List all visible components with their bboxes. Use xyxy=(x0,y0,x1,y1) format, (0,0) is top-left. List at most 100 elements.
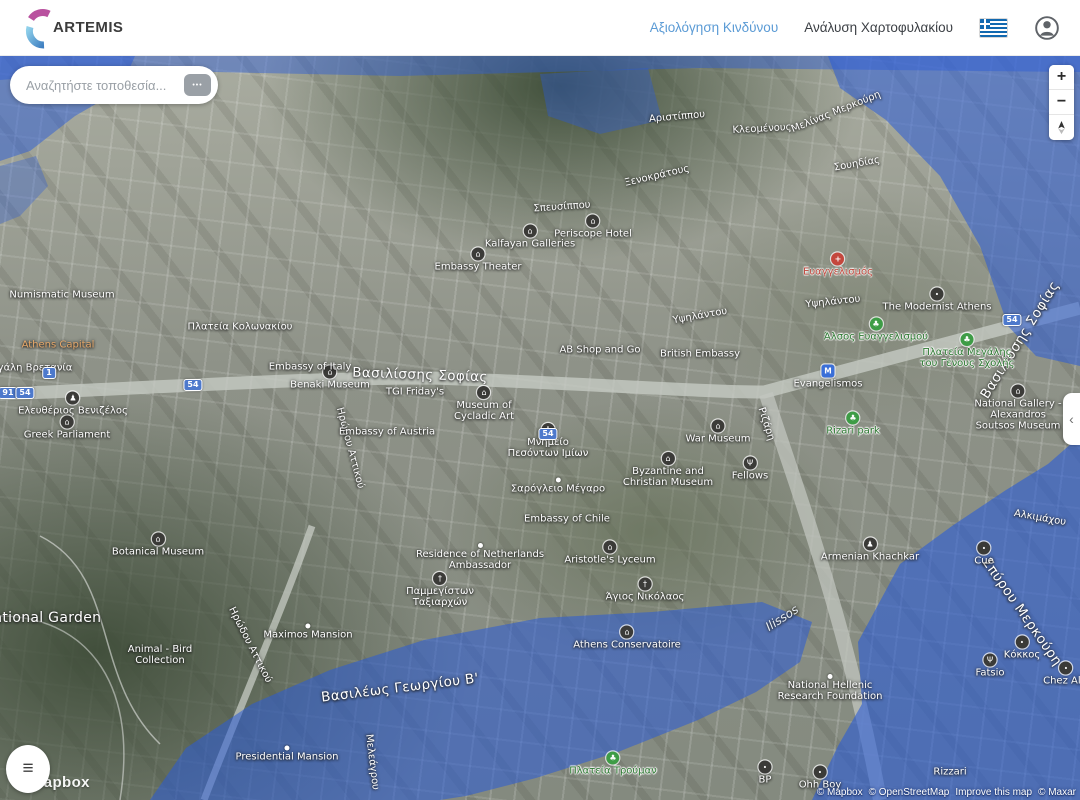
search-input[interactable] xyxy=(24,77,178,94)
map-label[interactable]: National HellenicResearch Foundation xyxy=(778,674,883,702)
map-label-text: National Gallery - xyxy=(974,399,1061,410)
map-label[interactable]: ⌂Kalfayan Galleries xyxy=(485,225,575,250)
dot-black-marker-icon[interactable]: • xyxy=(814,766,827,779)
map-label-text: Ηρώδου Αττικού xyxy=(334,406,366,490)
map-label[interactable]: +Ευαγγελισμός xyxy=(803,253,873,278)
map-label-text: Cue xyxy=(974,556,993,567)
map-label[interactable]: ♟Armenian Khachkar xyxy=(821,538,919,563)
map-label[interactable]: •BP xyxy=(759,761,772,786)
compass-button[interactable] xyxy=(1049,115,1074,140)
map-label[interactable]: ⌂Greek Parliament xyxy=(24,416,111,441)
zoom-out-button[interactable]: − xyxy=(1049,90,1074,115)
map-label[interactable]: Presidential Mansion xyxy=(235,746,338,763)
map-label-text: Collection xyxy=(135,655,184,666)
dot-black-marker-icon[interactable]: • xyxy=(1015,636,1028,649)
park-marker-icon[interactable]: ♣ xyxy=(961,333,974,346)
map-label[interactable]: Residence of NetherlandsAmbassador xyxy=(416,543,544,571)
dot-black-marker-icon[interactable]: • xyxy=(930,288,943,301)
map-label-text: Soutsos Museum xyxy=(976,421,1061,432)
dot-marker-icon[interactable] xyxy=(556,478,561,483)
map-label: Ηρώδου Αττικού xyxy=(226,605,274,684)
map-label[interactable]: ⌂National Gallery -AlexandrosSoutsos Mus… xyxy=(974,385,1061,432)
map-label-text: Παμμεγίστων xyxy=(406,586,474,597)
map-label-text: Athens Conservatoire xyxy=(573,640,681,651)
museum-marker-icon[interactable]: ⌂ xyxy=(604,541,617,554)
map-label[interactable]: ⌂Museum ofCycladic Art xyxy=(454,386,514,422)
map-label[interactable]: ⌂Embassy Theater xyxy=(435,248,522,273)
location-search-bar: ••• xyxy=(10,66,218,104)
map-label: AB Shop and Go xyxy=(559,345,640,356)
map-label[interactable]: ⌂Botanical Museum xyxy=(112,533,204,558)
map-label[interactable]: ⌂Athens Conservatoire xyxy=(573,626,681,651)
statue-marker-icon[interactable]: ♟ xyxy=(864,538,877,551)
map-label[interactable]: Σαρόγλειο Μέγαρο xyxy=(511,478,605,495)
map-label[interactable]: †ΠαμμεγίστωνΤαξιαρχών xyxy=(406,572,474,608)
map-label-text: Residence of Netherlands xyxy=(416,549,544,560)
map-label[interactable]: ΨFatsio xyxy=(976,654,1005,679)
park-marker-icon[interactable]: ♣ xyxy=(869,318,882,331)
map-label[interactable]: ♣Rizari park xyxy=(826,412,880,437)
dot-black-marker-icon[interactable]: • xyxy=(759,761,772,774)
map-label[interactable]: ⌂Byzantine andChristian Museum xyxy=(623,452,713,488)
museum-marker-icon[interactable]: ⌂ xyxy=(661,452,674,465)
park-marker-icon[interactable]: ♣ xyxy=(606,752,619,765)
map-label[interactable]: ΨFellows xyxy=(732,457,768,482)
museum-marker-icon[interactable]: ⌂ xyxy=(621,626,634,639)
attrib-maxar: © Maxar xyxy=(1038,787,1076,798)
side-panel-toggle[interactable]: ‹ xyxy=(1063,393,1080,445)
map-label: Μεγάλη Βρετανία xyxy=(0,363,72,374)
map-label-text: Embassy of Chile xyxy=(524,514,610,525)
map-label[interactable]: •Κόκκος xyxy=(1004,636,1040,661)
park-marker-icon[interactable]: ♣ xyxy=(847,412,860,425)
map-label[interactable]: •Chez Alic xyxy=(1043,662,1080,687)
map-label-text: Αριστίππου xyxy=(648,109,705,125)
museum-marker-icon[interactable]: ⌂ xyxy=(60,416,73,429)
statue-marker-icon[interactable]: ♟ xyxy=(67,392,80,405)
map-label[interactable]: Maximos Mansion xyxy=(263,624,352,641)
account-icon[interactable] xyxy=(1034,15,1060,41)
nav-portfolio-analysis[interactable]: Ανάλυση Χαρτοφυλακίου xyxy=(804,20,953,35)
map-label[interactable]: •The Modernist Athens xyxy=(882,288,991,313)
metro-marker-icon[interactable]: M xyxy=(821,365,834,378)
greek-flag-icon[interactable] xyxy=(979,18,1008,38)
map-label: Υψηλάντου xyxy=(805,294,861,311)
map-label-text: British Embassy xyxy=(660,349,740,360)
church-marker-icon[interactable]: † xyxy=(638,578,651,591)
nav-risk-assessment[interactable]: Αξιολόγηση Κινδύνου xyxy=(650,20,779,35)
map-label[interactable]: MEvangelismos xyxy=(793,365,862,390)
museum-marker-icon[interactable]: ⌂ xyxy=(477,386,490,399)
dot-marker-icon[interactable] xyxy=(828,674,833,679)
museum-marker-icon[interactable]: ⌂ xyxy=(1011,385,1024,398)
restaurant-marker-icon[interactable]: Ψ xyxy=(984,654,997,667)
museum-marker-icon[interactable]: ⌂ xyxy=(151,533,164,546)
map-canvas[interactable]: Βασιλίσσης ΣοφίαςΒασιλίσσης ΣοφίαςΒασιλέ… xyxy=(0,56,1080,800)
map-label[interactable]: ⌂Aristotle's Lyceum xyxy=(564,541,655,566)
museum-marker-icon[interactable]: ⌂ xyxy=(524,225,537,238)
dot-marker-icon[interactable] xyxy=(284,746,289,751)
map-label[interactable]: †Άγιος Νικόλαος xyxy=(606,578,685,603)
dot-black-marker-icon[interactable]: • xyxy=(977,542,990,555)
hotel-marker-icon[interactable]: ⌂ xyxy=(587,215,600,228)
zoom-in-button[interactable]: + xyxy=(1049,65,1074,90)
map-label[interactable]: ♟Ελευθέριος Βενιζέλος xyxy=(18,392,128,417)
map-label[interactable]: ♣Πλατεία Μεγάληςτου Γένους Σχολής xyxy=(920,333,1015,369)
church-marker-icon[interactable]: † xyxy=(434,572,447,585)
map-label-text: Aristotle's Lyceum xyxy=(564,555,655,566)
chevron-left-icon: ‹ xyxy=(1069,411,1074,427)
map-label[interactable]: ♣Άλσος Ευαγγελισμού xyxy=(824,318,928,343)
dot-marker-icon[interactable] xyxy=(478,543,483,548)
map-label-text: Κόκκος xyxy=(1004,650,1040,661)
hospital-marker-icon[interactable]: + xyxy=(832,253,845,266)
museum-marker-icon[interactable]: ⌂ xyxy=(711,420,724,433)
search-options-button[interactable]: ••• xyxy=(184,74,211,96)
restaurant-marker-icon[interactable]: Ψ xyxy=(743,457,756,470)
map-label-text: Μεγάλη Βρετανία xyxy=(0,363,72,374)
dot-black-marker-icon[interactable]: • xyxy=(1059,662,1072,675)
map-label[interactable]: •Cue xyxy=(974,542,993,567)
improve-this-map-link[interactable]: Improve this map xyxy=(955,787,1032,798)
dot-marker-icon[interactable] xyxy=(306,624,311,629)
map-label[interactable]: ♣Πλατεία Τρούμαν xyxy=(569,752,657,777)
layers-menu-button[interactable]: ≡ xyxy=(6,745,50,793)
museum-marker-icon[interactable]: ⌂ xyxy=(472,248,485,261)
map-label[interactable]: ⌂War Museum xyxy=(685,420,750,445)
